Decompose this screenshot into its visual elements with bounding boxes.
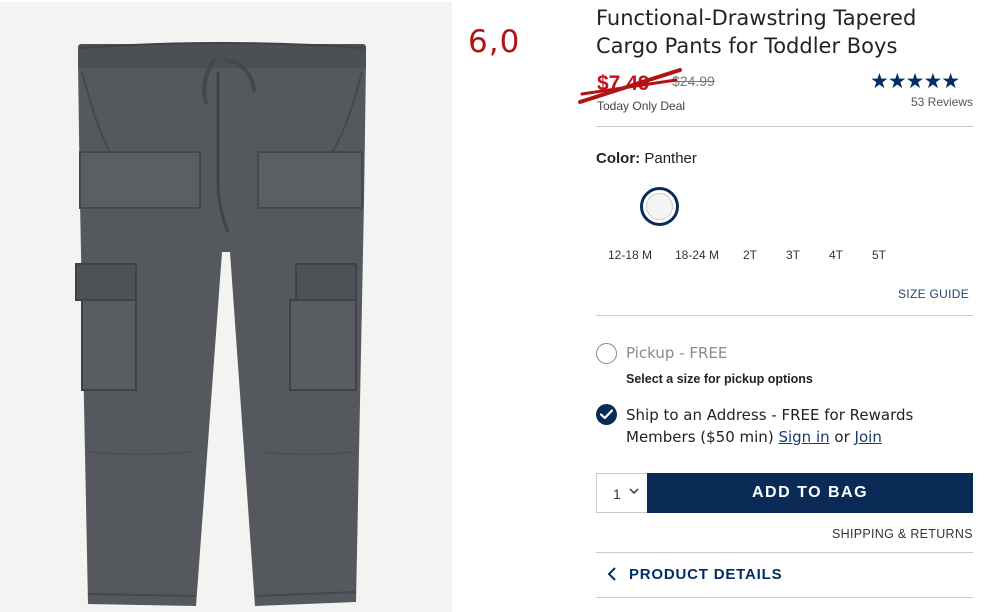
shipping-returns-link[interactable]: SHIPPING & RETURNS [832,527,973,541]
quantity-select[interactable]: 1 [596,473,648,513]
cargo-pants-illustration [0,2,452,612]
rating-stars[interactable]: ★★★★★ [870,69,960,94]
chevron-down-icon [629,488,639,495]
size-option[interactable]: 5T [872,248,886,262]
handwritten-annotation: 6,0 [468,24,521,60]
ship-option: Ship to an Address - FREE for Rewards Me… [626,404,976,448]
product-details-toggle[interactable]: PRODUCT DETAILS [629,566,782,583]
pickup-note: Select a size for pickup options [626,372,813,386]
quantity-value: 1 [613,486,621,502]
divider [596,552,973,553]
add-to-bag-button[interactable]: ADD TO BAG [647,473,973,513]
size-option[interactable]: 2T [743,248,757,262]
color-label: Color: [596,150,641,167]
size-option[interactable]: 18-24 M [675,248,719,262]
product-image [0,2,452,612]
pickup-radio[interactable] [596,343,617,364]
size-option[interactable]: 12-18 M [608,248,652,262]
ship-radio[interactable] [596,404,617,425]
chevron-left-icon [607,567,616,581]
size-option[interactable]: 3T [786,248,800,262]
color-selection: Color: Panther [596,150,697,167]
size-option[interactable]: 4T [829,248,843,262]
sign-in-link[interactable]: Sign in [778,428,829,446]
price-strike-annotation [578,68,682,104]
join-link[interactable]: Join [855,428,882,446]
size-guide-link[interactable]: SIZE GUIDE [898,287,969,301]
divider [596,597,973,598]
divider [596,315,973,316]
product-title: Functional-Drawstring Tapered Cargo Pant… [596,6,917,58]
pickup-label: Pickup - FREE [626,344,728,362]
checkmark-icon [600,409,613,420]
or-text: or [834,428,850,446]
color-swatch-panther[interactable] [640,187,679,226]
divider [596,126,973,127]
color-value: Panther [644,150,697,167]
swatch-fill [646,193,673,220]
reviews-link[interactable]: 53 Reviews [874,95,973,109]
